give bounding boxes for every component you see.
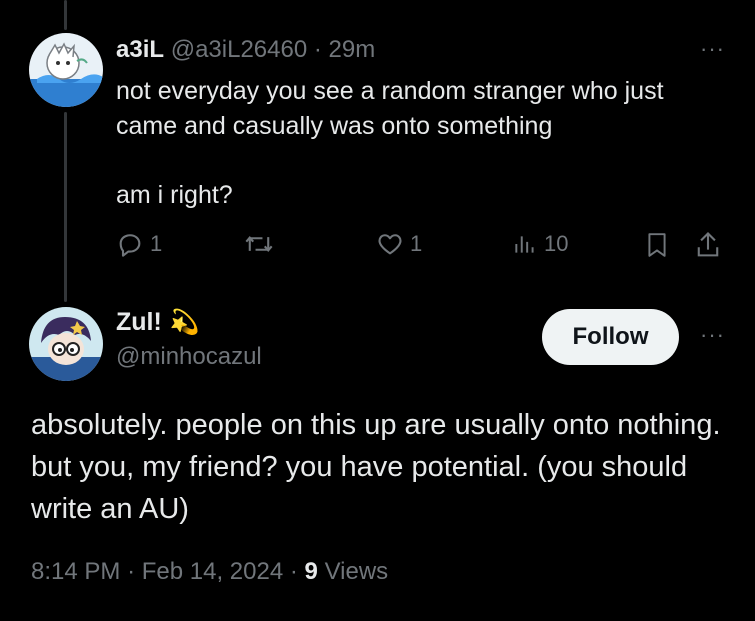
reply-text-paragraph-2: am i right? — [116, 181, 233, 209]
separator: · — [289, 558, 298, 585]
views-total: 9 — [304, 558, 318, 585]
views-chart-icon — [515, 236, 534, 253]
retweet-button[interactable] — [244, 230, 274, 258]
share-icon — [697, 231, 719, 257]
views-label: Views — [324, 558, 389, 585]
main-display-name-row[interactable]: Zul! 💫 — [116, 308, 262, 337]
more-options-icon[interactable]: ··· — [700, 36, 725, 62]
tweet-time[interactable]: 8:14 PM — [31, 558, 120, 585]
separator: · — [313, 36, 322, 63]
more-options-icon[interactable]: ··· — [700, 322, 725, 348]
reply-header: a3iL @a3iL26460 · 29m — [116, 36, 375, 64]
dizzy-emoji-icon: 💫 — [169, 309, 200, 336]
reply-icon — [119, 234, 141, 257]
like-count: 1 — [410, 231, 423, 256]
tweet-meta: 8:14 PM · Feb 14, 2024 · 9 Views — [31, 558, 388, 586]
separator: · — [127, 558, 136, 585]
main-display-name[interactable]: Zul! — [116, 308, 162, 337]
views-button[interactable]: 10 — [512, 230, 568, 258]
bookmark-icon — [648, 233, 666, 257]
retweet-icon — [245, 236, 273, 252]
thread-line-connector — [64, 112, 67, 302]
main-tweet-text: absolutely. people on this up are usuall… — [31, 409, 721, 525]
heart-icon — [378, 234, 402, 255]
reply-action-bar: 1 1 10 — [116, 230, 726, 270]
main-handle[interactable]: @minhocazul — [116, 343, 262, 371]
avatar[interactable] — [29, 307, 103, 381]
avatar[interactable] — [29, 33, 103, 107]
reply-button[interactable]: 1 — [116, 230, 162, 258]
like-button[interactable]: 1 — [376, 230, 422, 258]
reply-text-paragraph-1: not everyday you see a random stranger w… — [116, 77, 664, 140]
reply-display-name[interactable]: a3iL — [116, 36, 164, 63]
bookmark-button[interactable] — [644, 230, 670, 260]
reply-time[interactable]: 29m — [329, 36, 376, 63]
reply-count: 1 — [150, 231, 163, 256]
reply-text: not everyday you see a random stranger w… — [116, 74, 716, 213]
reply-handle[interactable]: @a3iL26460 — [171, 36, 307, 63]
tweet-date[interactable]: Feb 14, 2024 — [142, 558, 283, 585]
main-tweet-header: Zul! 💫 @minhocazul — [116, 308, 262, 371]
thread-line-top — [64, 0, 67, 30]
follow-button[interactable]: Follow — [542, 309, 679, 365]
share-button[interactable] — [694, 230, 722, 260]
views-count: 10 — [544, 231, 569, 256]
